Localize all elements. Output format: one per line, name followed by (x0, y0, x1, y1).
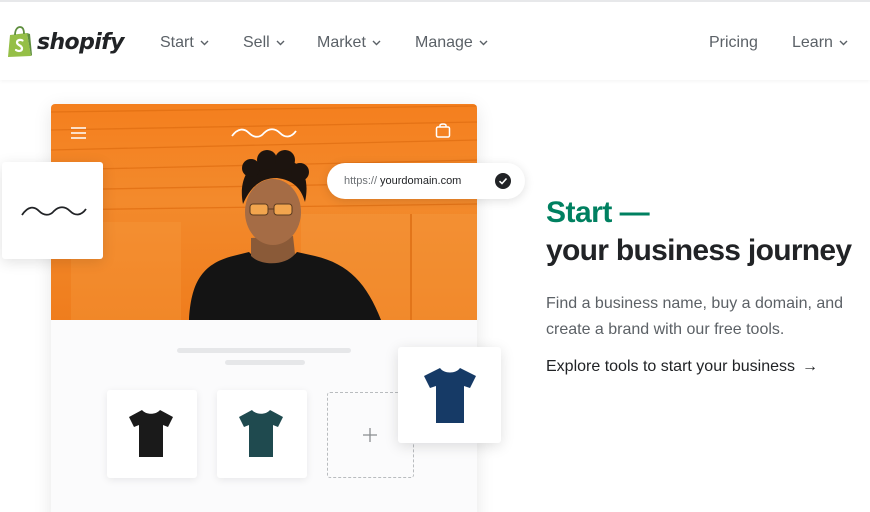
nav-item-sell[interactable]: Sell (243, 32, 285, 54)
main-nav: Start Sell Market Manage Pricing Learn (0, 32, 870, 54)
nav-label: Pricing (709, 34, 758, 51)
tshirt-icon (239, 410, 283, 457)
shopping-bag-icon (435, 122, 451, 143)
nav-item-start[interactable]: Start (160, 32, 209, 54)
hero-headline-accent: Start — (546, 196, 650, 229)
placeholder-subtitle-bar (225, 360, 305, 365)
domain-url-pill: https:// yourdomain.com (327, 163, 525, 199)
nav-label: Learn (792, 34, 833, 51)
chevron-down-icon (479, 40, 488, 46)
hero-description: Find a business name, buy a domain, and … (546, 295, 844, 338)
plus-icon (361, 426, 379, 449)
product-card-black-tshirt (107, 390, 197, 478)
nav-label: Sell (243, 34, 270, 51)
product-card-teal-tshirt (217, 390, 307, 478)
top-navigation-bar: shopify Start Sell Market Manage Pricing… (0, 0, 870, 80)
nav-label: Start (160, 34, 194, 51)
url-prefix: https:// (344, 175, 378, 187)
chevron-down-icon (200, 40, 209, 46)
explore-tools-link[interactable]: Explore tools to start your business → (546, 358, 818, 376)
hamburger-menu-icon (71, 126, 86, 144)
brand-logo-card (2, 162, 103, 259)
store-logo-squiggle-icon (231, 126, 297, 144)
squiggle-logo-icon (21, 206, 87, 216)
nav-item-learn[interactable]: Learn (792, 32, 848, 54)
tshirt-icon (424, 368, 476, 423)
tshirt-icon (129, 410, 173, 457)
nav-label: Market (317, 34, 366, 51)
placeholder-title-bar (177, 348, 351, 353)
nav-item-manage[interactable]: Manage (415, 32, 488, 54)
nav-label: Manage (415, 34, 473, 51)
hero-headline: your business journey (546, 234, 852, 267)
nav-item-market[interactable]: Market (317, 32, 381, 54)
hero-banner-image (51, 104, 477, 320)
cta-label: Explore tools to start your business (546, 358, 796, 375)
product-card-navy-tshirt (398, 347, 501, 443)
chevron-down-icon (276, 40, 285, 46)
nav-item-pricing[interactable]: Pricing (709, 32, 758, 54)
checkmark-icon (495, 173, 511, 192)
arrow-right-icon: → (802, 358, 819, 375)
chevron-down-icon (839, 40, 848, 46)
chevron-down-icon (372, 40, 381, 46)
url-domain: yourdomain.com (380, 175, 462, 187)
